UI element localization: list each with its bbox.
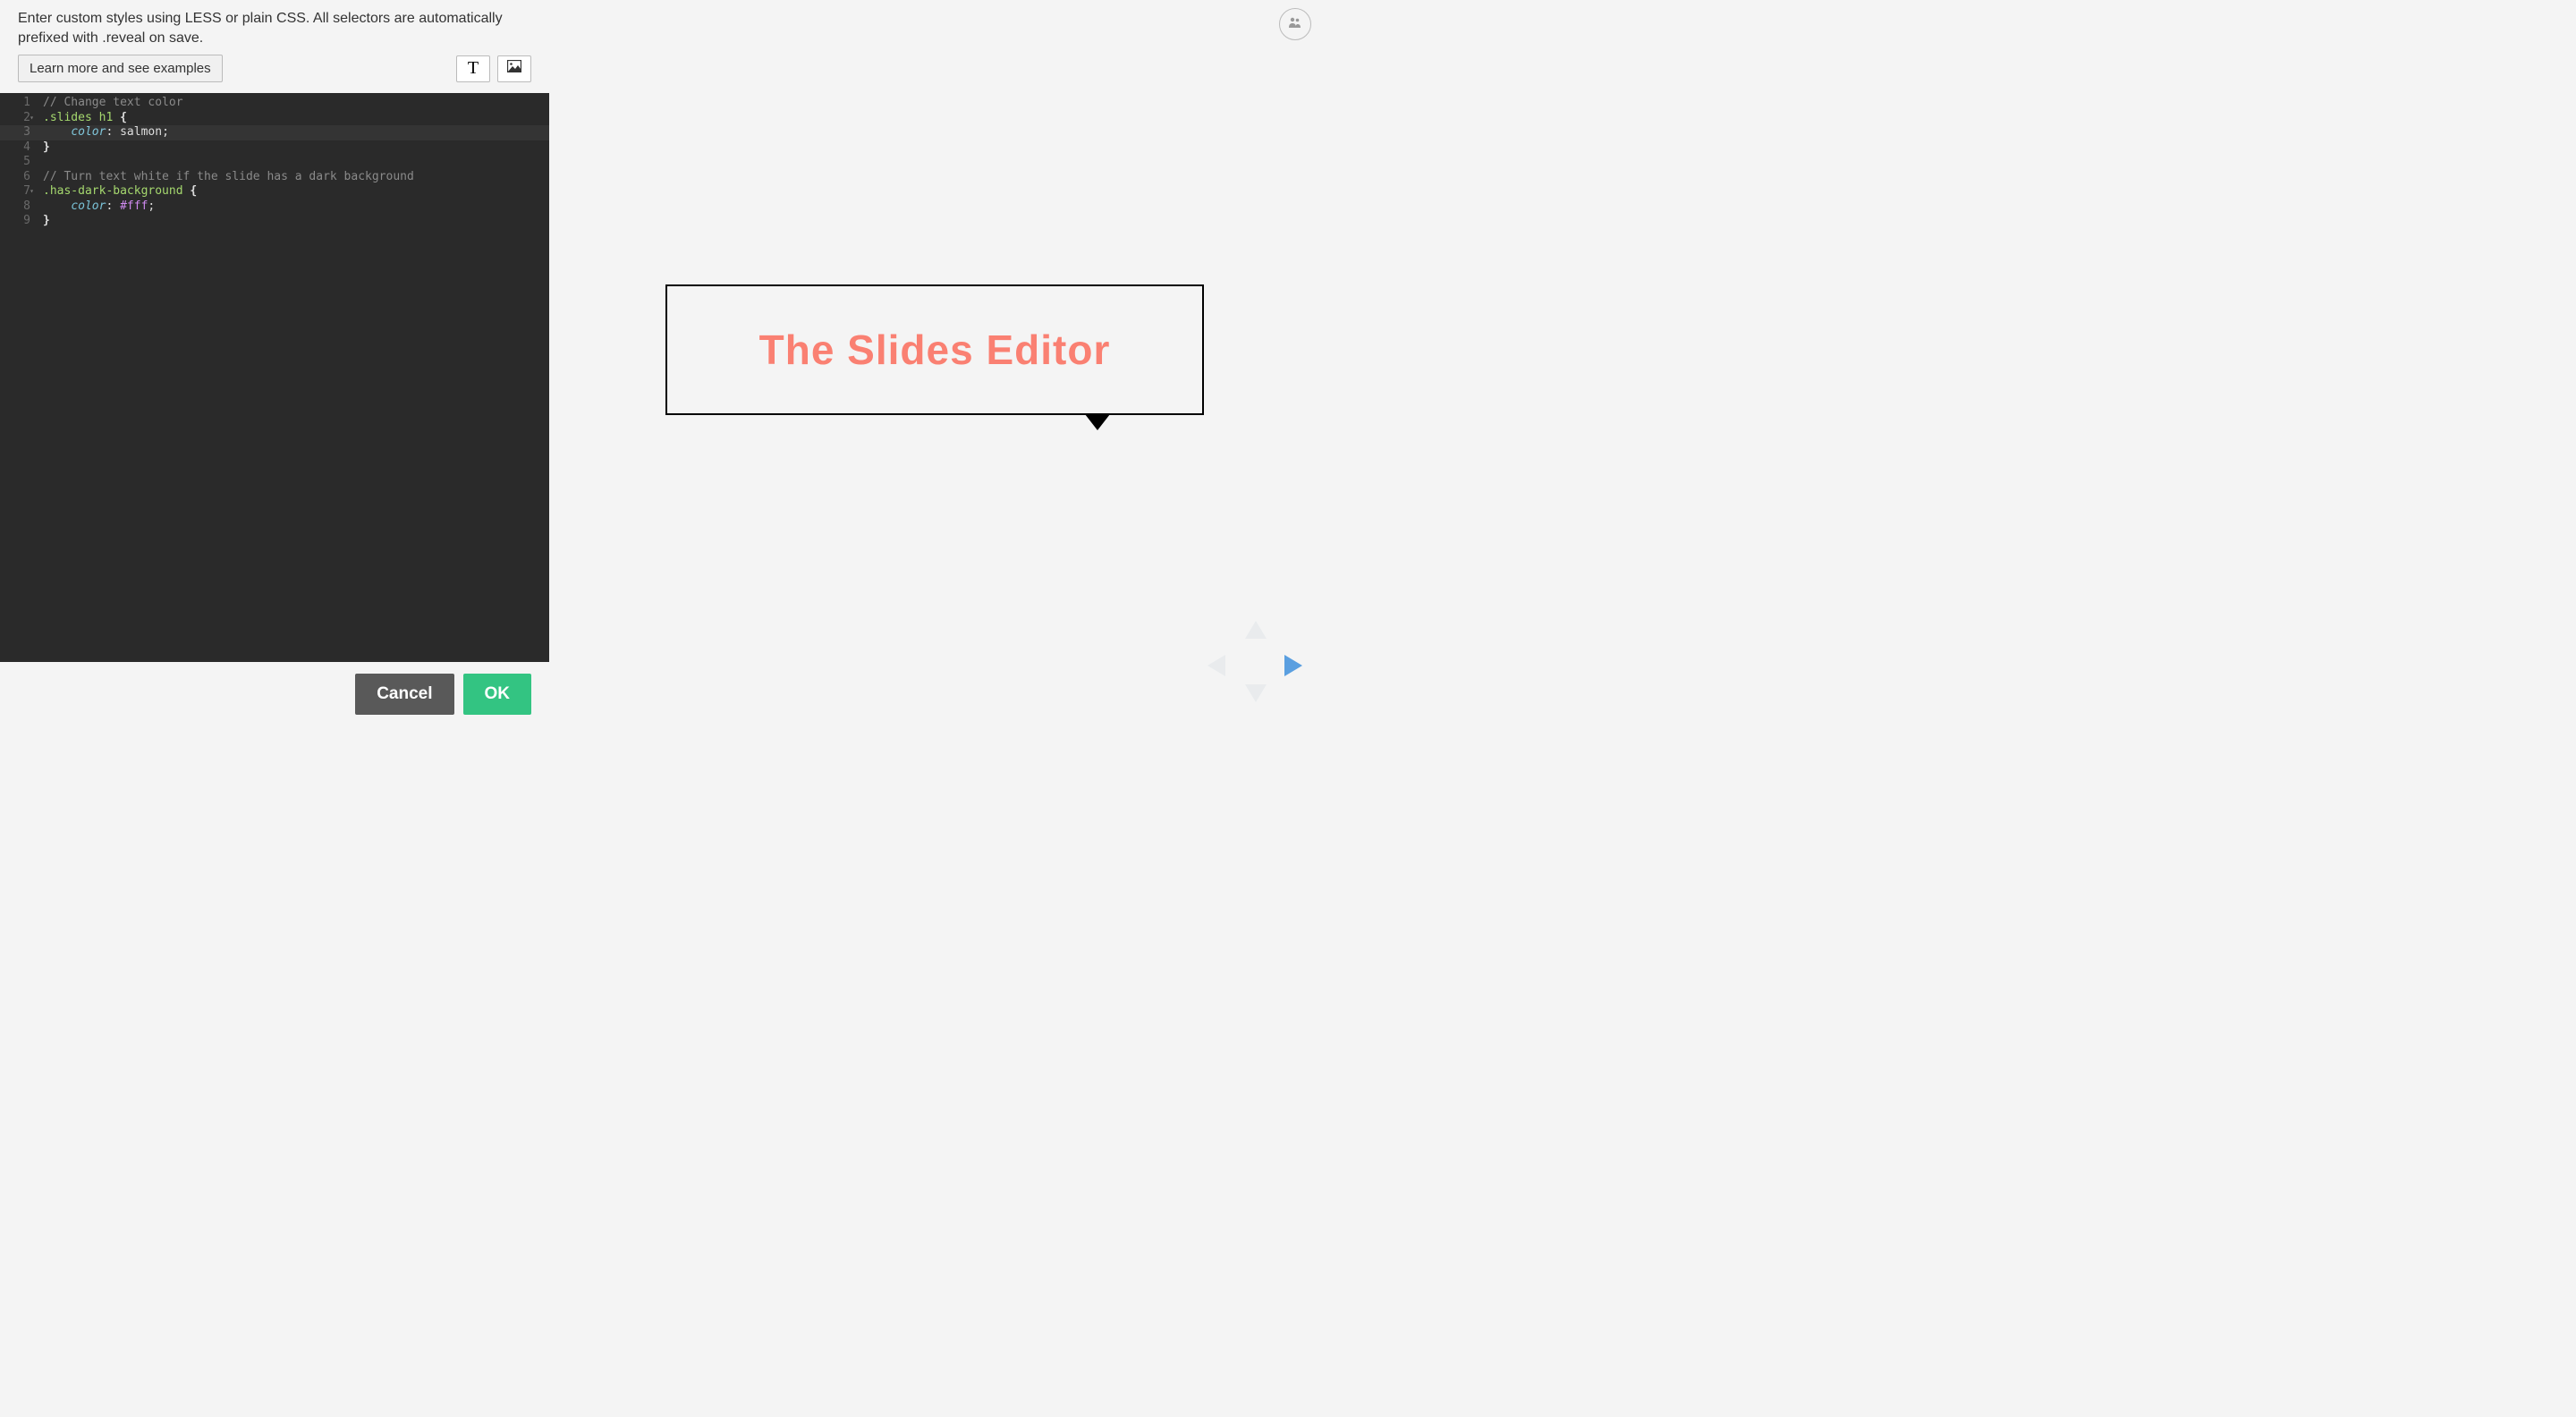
toolbar-row: Learn more and see examples T [0,55,549,93]
image-preview-button[interactable] [497,55,531,82]
slide-heading-box[interactable]: The Slides Editor [665,284,1204,415]
text-icon: T [468,58,479,79]
line-number: 4 [0,140,30,156]
users-icon [1288,16,1302,33]
line-number: 6 [0,170,30,185]
learn-more-button[interactable]: Learn more and see examples [18,55,223,82]
code-line: .has-dark-background { [43,184,544,199]
intro-text: Enter custom styles using LESS or plain … [0,0,549,55]
speech-pointer-icon [1085,414,1110,430]
line-number: 7 [0,184,30,199]
line-number: 5 [0,155,30,170]
slide-preview-panel: The Slides Editor [549,0,1322,726]
preview-mode-toggle: T [456,55,531,82]
image-icon [507,60,521,77]
line-number-gutter: 1 2 3 4 5 6 7 8 9 [0,93,38,662]
code-line: .slides h1 { [43,111,544,126]
nav-up-button[interactable] [1243,619,1268,645]
line-number: 3 [0,125,30,140]
css-editor-panel: Enter custom styles using LESS or plain … [0,0,549,726]
code-line [43,155,544,170]
nav-left-button[interactable] [1206,653,1227,683]
footer-actions: Cancel OK [0,662,549,726]
code-editor[interactable]: 1 2 3 4 5 6 7 8 9 // Change text color .… [0,93,549,662]
code-line: // Change text color [43,96,544,111]
code-body[interactable]: // Change text color .slides h1 { color:… [38,93,549,662]
code-line: } [43,140,544,156]
line-number: 8 [0,199,30,215]
code-line: color: salmon; [43,125,544,140]
line-number: 9 [0,214,30,229]
code-line: // Turn text white if the slide has a da… [43,170,544,185]
ok-button[interactable]: OK [463,674,532,715]
nav-down-button[interactable] [1243,683,1268,708]
slide-nav-arrows [1206,619,1304,708]
code-line: } [43,214,544,229]
nav-right-button[interactable] [1283,653,1304,683]
text-preview-button[interactable]: T [456,55,490,82]
line-number: 1 [0,96,30,111]
code-line: color: #fff; [43,199,544,215]
line-number: 2 [0,111,30,126]
collaborators-button[interactable] [1279,8,1311,40]
slide-heading: The Slides Editor [759,326,1111,374]
cancel-button[interactable]: Cancel [355,674,453,715]
